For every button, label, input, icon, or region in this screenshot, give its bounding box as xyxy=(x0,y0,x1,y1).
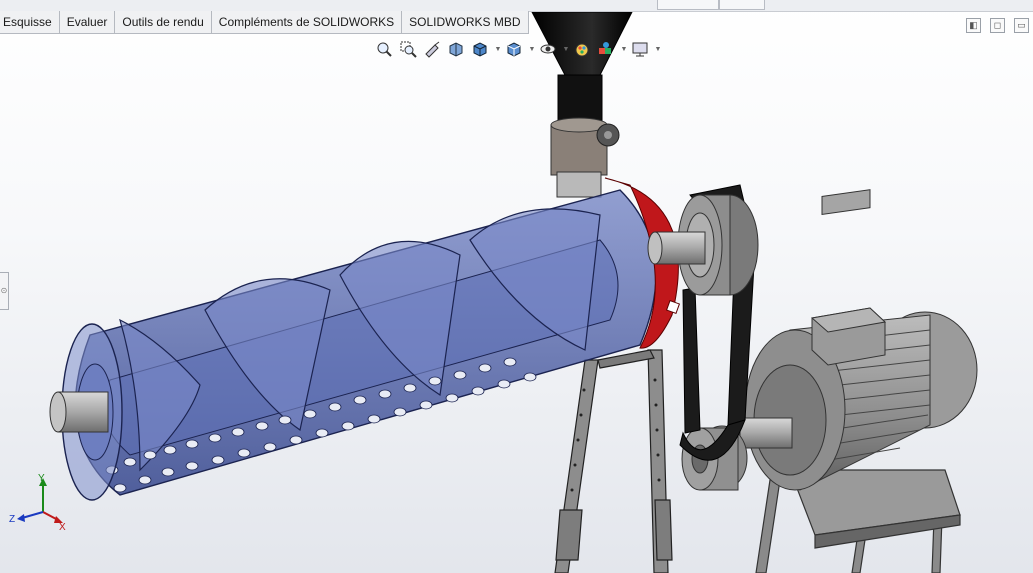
graphics-area[interactable]: Esquisse Evaluer Outils de rendu Complém… xyxy=(0,0,1033,573)
hide-show-items-icon[interactable] xyxy=(537,39,559,59)
zoom-to-area-icon[interactable] xyxy=(397,39,419,59)
tab-outils-de-rendu[interactable]: Outils de rendu xyxy=(115,11,212,33)
view-settings-icon[interactable] xyxy=(629,39,651,59)
triad-z-label: Z xyxy=(9,514,15,525)
new-window-icon[interactable]: ◻ xyxy=(990,18,1005,33)
display-style-icon[interactable] xyxy=(503,39,525,59)
heads-up-view-toolbar: ▼ ▼ ▼ ▼ ▼ xyxy=(373,38,663,60)
restore-icon[interactable]: ◧ xyxy=(966,18,981,33)
view-orientation-icon[interactable] xyxy=(469,39,491,59)
screw-barrel xyxy=(49,189,657,501)
reference-triad: Y X Z xyxy=(9,473,66,532)
triad-x-label: X xyxy=(59,522,66,532)
chevron-down-icon[interactable]: ▼ xyxy=(527,39,537,59)
chevron-down-icon[interactable]: ▼ xyxy=(561,39,571,59)
zoom-to-fit-icon[interactable] xyxy=(373,39,395,59)
tile-icon[interactable]: ▭ xyxy=(1014,18,1029,33)
triad-y-label: Y xyxy=(38,473,45,484)
chevron-down-icon[interactable]: ▼ xyxy=(653,39,663,59)
chevron-down-icon[interactable]: ▼ xyxy=(493,39,503,59)
section-view-icon[interactable] xyxy=(445,39,467,59)
top-strip-button-2[interactable] xyxy=(719,0,765,10)
barrel-stand xyxy=(554,349,673,573)
tab-esquisse[interactable]: Esquisse xyxy=(0,11,60,33)
previous-view-icon[interactable] xyxy=(421,39,443,59)
edit-appearance-icon[interactable] xyxy=(571,39,593,59)
top-strip-button[interactable] xyxy=(657,0,719,10)
tab-complements-solidworks[interactable]: Compléments de SOLIDWORKS xyxy=(212,11,403,33)
tab-evaluer[interactable]: Evaluer xyxy=(60,11,116,33)
electric-motor xyxy=(739,189,978,491)
chevron-down-icon[interactable]: ▼ xyxy=(619,39,629,59)
tab-solidworks-mbd[interactable]: SOLIDWORKS MBD xyxy=(402,11,529,33)
feature-manager-collapse-handle[interactable]: ⊙ xyxy=(0,272,9,310)
command-manager-tabs: Esquisse Evaluer Outils de rendu Complém… xyxy=(0,11,529,34)
model-3d-view[interactable] xyxy=(0,0,1033,573)
apply-scene-icon[interactable] xyxy=(595,39,617,59)
feed-gear xyxy=(596,123,620,147)
window-controls: ◧ ◻ ▭ xyxy=(966,18,1029,33)
